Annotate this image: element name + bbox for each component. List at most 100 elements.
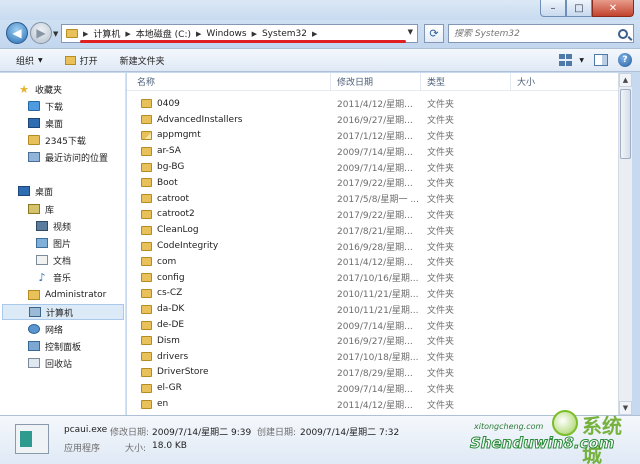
- minimize-button[interactable]: –: [540, 0, 566, 17]
- help-icon[interactable]: ?: [618, 53, 632, 67]
- table-row[interactable]: da-DK 2010/11/21/星期... 文件夹: [127, 301, 631, 317]
- table-row[interactable]: catroot2 2017/9/22/星期... 文件夹: [127, 207, 631, 223]
- file-name-cell[interactable]: CodeIntegrity: [127, 241, 331, 251]
- breadcrumb-local-disk[interactable]: 本地磁盘 (C:): [136, 27, 191, 40]
- file-name: com: [157, 256, 177, 267]
- nav-desktop-fav[interactable]: 桌面: [28, 115, 63, 131]
- table-row[interactable]: cs-CZ 2010/11/21/星期... 文件夹: [127, 286, 631, 302]
- nav-2345-downloads[interactable]: 2345下载: [28, 132, 86, 148]
- video-icon: [36, 221, 48, 231]
- file-name-cell[interactable]: Dism: [127, 336, 331, 346]
- library-icon: [28, 204, 40, 214]
- details-size-label: 大小:: [125, 444, 147, 454]
- column-header-date[interactable]: 修改日期: [331, 72, 421, 91]
- file-name-cell[interactable]: cs-CZ: [127, 288, 331, 298]
- maximize-button[interactable]: □: [566, 0, 592, 17]
- file-name-cell[interactable]: DriverStore: [127, 367, 331, 377]
- command-bar: 组织 ▼ 打开 新建文件夹 ▼ ?: [0, 48, 640, 72]
- file-thumbnail-icon: [15, 424, 49, 454]
- nav-documents[interactable]: 文档: [36, 252, 71, 268]
- details-file-type: 应用程序: [64, 444, 101, 454]
- folder-icon: [141, 320, 152, 330]
- nav-computer[interactable]: 计算机: [2, 304, 124, 320]
- table-row[interactable]: drivers 2017/10/18/星期... 文件夹: [127, 349, 631, 365]
- column-header-type[interactable]: 类型: [421, 72, 511, 91]
- search-box[interactable]: [448, 24, 634, 43]
- scrollbar-thumb[interactable]: [620, 89, 631, 159]
- nav-favorites[interactable]: ★ 收藏夹: [18, 81, 62, 97]
- file-name-cell[interactable]: com: [127, 257, 331, 267]
- table-row[interactable]: el-GR 2009/7/14/星期... 文件夹: [127, 380, 631, 396]
- address-dropdown-icon[interactable]: ▼: [408, 28, 413, 36]
- nav-pictures[interactable]: 图片: [36, 235, 71, 251]
- nav-downloads[interactable]: 下载: [28, 98, 63, 114]
- table-row[interactable]: Boot 2017/9/22/星期... 文件夹: [127, 175, 631, 191]
- nav-recent-places[interactable]: 最近访问的位置: [28, 149, 108, 165]
- table-row[interactable]: appmgmt 2017/1/12/星期... 文件夹: [127, 128, 631, 144]
- nav-music[interactable]: ♪ 音乐: [36, 269, 71, 285]
- column-header-name[interactable]: 名称: [127, 72, 331, 91]
- organize-menu[interactable]: 组织 ▼: [10, 52, 49, 69]
- table-row[interactable]: de-DE 2009/7/14/星期... 文件夹: [127, 317, 631, 333]
- back-button[interactable]: ◀: [6, 22, 28, 44]
- file-type: 文件夹: [427, 163, 455, 174]
- table-row[interactable]: bg-BG 2009/7/14/星期... 文件夹: [127, 159, 631, 175]
- file-name-cell[interactable]: CleanLog: [127, 225, 331, 235]
- nav-network[interactable]: 网络: [28, 321, 63, 337]
- table-row[interactable]: DriverStore 2017/8/29/星期... 文件夹: [127, 365, 631, 381]
- search-icon[interactable]: [618, 28, 628, 39]
- nav-desktop[interactable]: 桌面: [18, 183, 53, 199]
- file-name-cell[interactable]: de-DE: [127, 320, 331, 330]
- table-row[interactable]: catroot 2017/5/8/星期一 ... 文件夹: [127, 191, 631, 207]
- file-name-cell[interactable]: catroot2: [127, 209, 331, 219]
- nav-administrator[interactable]: Administrator: [28, 287, 106, 303]
- breadcrumb-separator-icon[interactable]: ▶: [196, 30, 201, 38]
- close-button[interactable]: ✕: [592, 0, 634, 17]
- file-type: 文件夹: [427, 337, 455, 348]
- table-row[interactable]: config 2017/10/16/星期... 文件夹: [127, 270, 631, 286]
- breadcrumb-separator-icon[interactable]: ▶: [83, 30, 88, 38]
- file-name-cell[interactable]: appmgmt: [127, 130, 331, 140]
- nav-control-panel[interactable]: 控制面板: [28, 338, 81, 354]
- search-input[interactable]: [454, 28, 604, 39]
- file-name-cell[interactable]: config: [127, 273, 331, 283]
- table-row[interactable]: ar-SA 2009/7/14/星期... 文件夹: [127, 143, 631, 159]
- breadcrumb-windows[interactable]: Windows: [206, 29, 246, 39]
- file-name-cell[interactable]: drivers: [127, 352, 331, 362]
- change-view-icon[interactable]: [558, 53, 576, 67]
- nav-videos[interactable]: 视频: [36, 218, 71, 234]
- file-name-cell[interactable]: catroot: [127, 194, 331, 204]
- forward-button[interactable]: ▶: [30, 22, 52, 44]
- vertical-scrollbar[interactable]: ▲ ▼: [618, 73, 632, 415]
- breadcrumb-computer[interactable]: 计算机: [93, 27, 120, 40]
- file-name-cell[interactable]: 0409: [127, 99, 331, 109]
- preview-pane-icon[interactable]: [594, 54, 608, 66]
- nav-recycle-bin[interactable]: 回收站: [28, 355, 72, 371]
- file-name-cell[interactable]: Boot: [127, 178, 331, 188]
- breadcrumb-separator-icon[interactable]: ▶: [252, 30, 257, 38]
- breadcrumb-system32[interactable]: System32: [262, 29, 307, 39]
- refresh-button[interactable]: ⟳: [424, 24, 444, 43]
- file-name-cell[interactable]: bg-BG: [127, 162, 331, 172]
- scroll-up-icon[interactable]: ▲: [619, 73, 632, 87]
- breadcrumb-separator-icon[interactable]: ▶: [125, 30, 130, 38]
- table-row[interactable]: CodeIntegrity 2016/9/28/星期... 文件夹: [127, 238, 631, 254]
- file-name-cell[interactable]: AdvancedInstallers: [127, 115, 331, 125]
- file-name-cell[interactable]: da-DK: [127, 304, 331, 314]
- table-row[interactable]: CleanLog 2017/8/21/星期... 文件夹: [127, 222, 631, 238]
- table-row[interactable]: Dism 2016/9/27/星期... 文件夹: [127, 333, 631, 349]
- file-name-cell[interactable]: ar-SA: [127, 146, 331, 156]
- file-name-cell[interactable]: el-GR: [127, 383, 331, 393]
- table-row[interactable]: com 2011/4/12/星期... 文件夹: [127, 254, 631, 270]
- table-row[interactable]: AdvancedInstallers 2016/9/27/星期... 文件夹: [127, 112, 631, 128]
- new-folder-button[interactable]: 新建文件夹: [114, 52, 171, 69]
- open-button[interactable]: 打开: [59, 52, 104, 69]
- recent-pages-dropdown[interactable]: ▼: [53, 30, 58, 38]
- view-dropdown-icon[interactable]: ▼: [579, 57, 584, 64]
- file-name-cell[interactable]: en: [127, 399, 331, 409]
- breadcrumb-separator-icon[interactable]: ▶: [312, 30, 317, 38]
- file-date: 2017/9/22/星期...: [337, 210, 413, 221]
- nav-libraries[interactable]: 库: [28, 201, 54, 217]
- table-row[interactable]: 0409 2011/4/12/星期... 文件夹: [127, 96, 631, 112]
- column-header-size[interactable]: 大小: [511, 73, 571, 91]
